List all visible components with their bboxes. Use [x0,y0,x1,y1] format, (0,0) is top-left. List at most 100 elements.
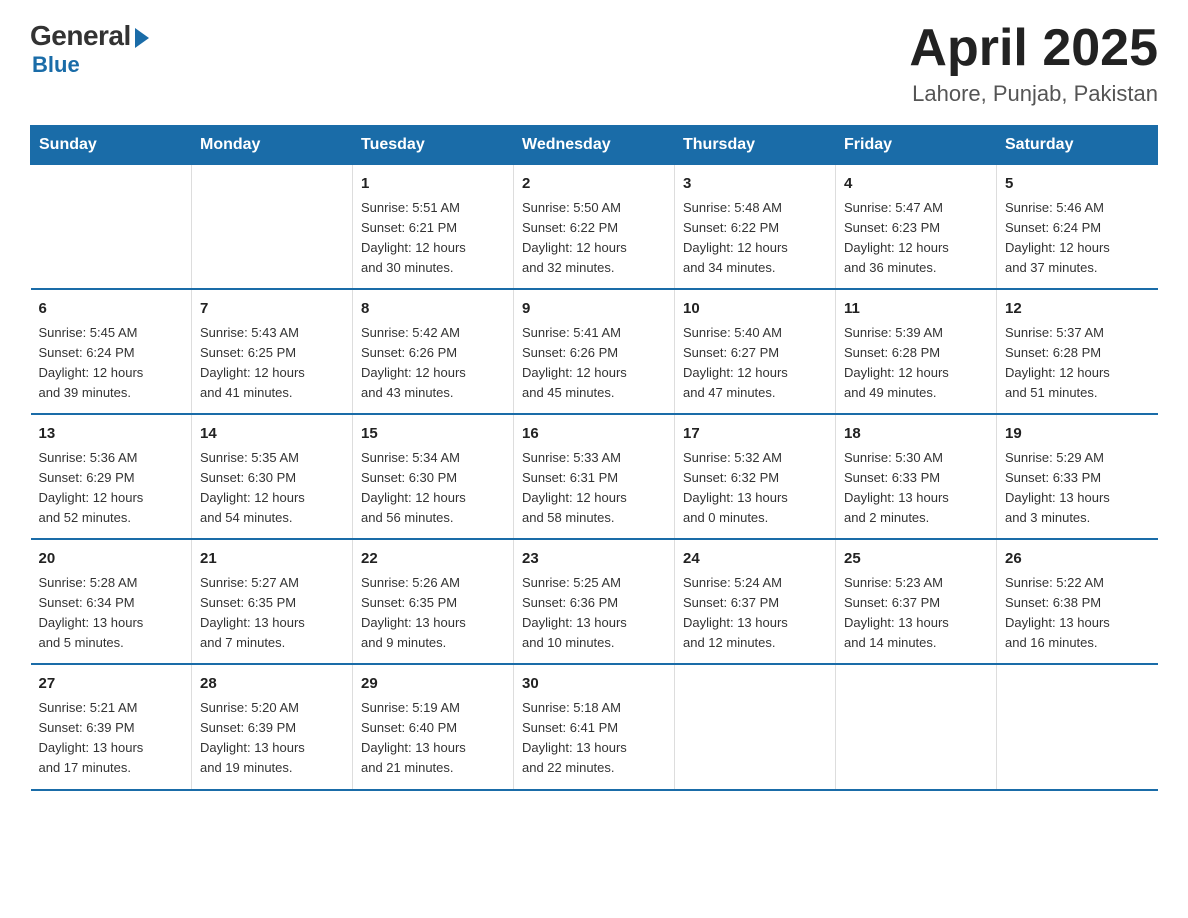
day-number: 19 [1005,423,1150,446]
day-info: Sunrise: 5:36 AM Sunset: 6:29 PM Dayligh… [39,448,184,529]
calendar-cell: 2Sunrise: 5:50 AM Sunset: 6:22 PM Daylig… [514,165,675,290]
page-header: General Blue April 2025 Lahore, Punjab, … [30,20,1158,107]
calendar-week-row: 1Sunrise: 5:51 AM Sunset: 6:21 PM Daylig… [31,165,1158,290]
calendar-cell: 8Sunrise: 5:42 AM Sunset: 6:26 PM Daylig… [353,289,514,414]
day-info: Sunrise: 5:35 AM Sunset: 6:30 PM Dayligh… [200,448,344,529]
calendar-header-thursday: Thursday [675,126,836,165]
day-number: 30 [522,673,666,696]
day-number: 3 [683,173,827,196]
calendar-cell: 4Sunrise: 5:47 AM Sunset: 6:23 PM Daylig… [836,165,997,290]
day-number: 9 [522,298,666,321]
calendar-cell: 25Sunrise: 5:23 AM Sunset: 6:37 PM Dayli… [836,539,997,664]
calendar-cell: 10Sunrise: 5:40 AM Sunset: 6:27 PM Dayli… [675,289,836,414]
day-info: Sunrise: 5:32 AM Sunset: 6:32 PM Dayligh… [683,448,827,529]
calendar-cell: 11Sunrise: 5:39 AM Sunset: 6:28 PM Dayli… [836,289,997,414]
day-info: Sunrise: 5:27 AM Sunset: 6:35 PM Dayligh… [200,573,344,654]
calendar-cell: 9Sunrise: 5:41 AM Sunset: 6:26 PM Daylig… [514,289,675,414]
calendar-cell: 30Sunrise: 5:18 AM Sunset: 6:41 PM Dayli… [514,664,675,789]
day-info: Sunrise: 5:46 AM Sunset: 6:24 PM Dayligh… [1005,198,1150,279]
calendar-cell [675,664,836,789]
day-info: Sunrise: 5:40 AM Sunset: 6:27 PM Dayligh… [683,323,827,404]
calendar-cell [192,165,353,290]
day-number: 21 [200,548,344,571]
day-number: 4 [844,173,988,196]
day-number: 18 [844,423,988,446]
calendar-cell: 3Sunrise: 5:48 AM Sunset: 6:22 PM Daylig… [675,165,836,290]
day-number: 20 [39,548,184,571]
day-info: Sunrise: 5:24 AM Sunset: 6:37 PM Dayligh… [683,573,827,654]
day-info: Sunrise: 5:43 AM Sunset: 6:25 PM Dayligh… [200,323,344,404]
day-info: Sunrise: 5:22 AM Sunset: 6:38 PM Dayligh… [1005,573,1150,654]
day-number: 5 [1005,173,1150,196]
day-number: 29 [361,673,505,696]
calendar-week-row: 6Sunrise: 5:45 AM Sunset: 6:24 PM Daylig… [31,289,1158,414]
day-info: Sunrise: 5:28 AM Sunset: 6:34 PM Dayligh… [39,573,184,654]
calendar-cell: 6Sunrise: 5:45 AM Sunset: 6:24 PM Daylig… [31,289,192,414]
calendar-cell: 12Sunrise: 5:37 AM Sunset: 6:28 PM Dayli… [997,289,1158,414]
calendar-cell: 23Sunrise: 5:25 AM Sunset: 6:36 PM Dayli… [514,539,675,664]
calendar-cell: 26Sunrise: 5:22 AM Sunset: 6:38 PM Dayli… [997,539,1158,664]
calendar-cell: 24Sunrise: 5:24 AM Sunset: 6:37 PM Dayli… [675,539,836,664]
day-info: Sunrise: 5:50 AM Sunset: 6:22 PM Dayligh… [522,198,666,279]
calendar-header-sunday: Sunday [31,126,192,165]
day-info: Sunrise: 5:37 AM Sunset: 6:28 PM Dayligh… [1005,323,1150,404]
logo: General Blue [30,20,149,78]
day-number: 16 [522,423,666,446]
calendar-cell: 15Sunrise: 5:34 AM Sunset: 6:30 PM Dayli… [353,414,514,539]
day-number: 11 [844,298,988,321]
day-number: 10 [683,298,827,321]
day-info: Sunrise: 5:21 AM Sunset: 6:39 PM Dayligh… [39,698,184,779]
day-number: 26 [1005,548,1150,571]
day-number: 7 [200,298,344,321]
day-info: Sunrise: 5:45 AM Sunset: 6:24 PM Dayligh… [39,323,184,404]
logo-blue-text: Blue [32,52,80,78]
calendar-cell: 28Sunrise: 5:20 AM Sunset: 6:39 PM Dayli… [192,664,353,789]
calendar-cell [836,664,997,789]
day-number: 22 [361,548,505,571]
calendar-cell: 29Sunrise: 5:19 AM Sunset: 6:40 PM Dayli… [353,664,514,789]
day-number: 23 [522,548,666,571]
day-number: 13 [39,423,184,446]
day-info: Sunrise: 5:25 AM Sunset: 6:36 PM Dayligh… [522,573,666,654]
calendar-header-row: SundayMondayTuesdayWednesdayThursdayFrid… [31,126,1158,165]
day-info: Sunrise: 5:18 AM Sunset: 6:41 PM Dayligh… [522,698,666,779]
calendar-cell: 27Sunrise: 5:21 AM Sunset: 6:39 PM Dayli… [31,664,192,789]
day-number: 14 [200,423,344,446]
day-number: 25 [844,548,988,571]
day-info: Sunrise: 5:47 AM Sunset: 6:23 PM Dayligh… [844,198,988,279]
calendar-cell: 13Sunrise: 5:36 AM Sunset: 6:29 PM Dayli… [31,414,192,539]
logo-arrow-icon [135,28,149,48]
day-info: Sunrise: 5:39 AM Sunset: 6:28 PM Dayligh… [844,323,988,404]
calendar-cell: 5Sunrise: 5:46 AM Sunset: 6:24 PM Daylig… [997,165,1158,290]
day-info: Sunrise: 5:23 AM Sunset: 6:37 PM Dayligh… [844,573,988,654]
calendar-table: SundayMondayTuesdayWednesdayThursdayFrid… [30,125,1158,790]
calendar-cell: 20Sunrise: 5:28 AM Sunset: 6:34 PM Dayli… [31,539,192,664]
day-info: Sunrise: 5:20 AM Sunset: 6:39 PM Dayligh… [200,698,344,779]
day-info: Sunrise: 5:29 AM Sunset: 6:33 PM Dayligh… [1005,448,1150,529]
calendar-week-row: 27Sunrise: 5:21 AM Sunset: 6:39 PM Dayli… [31,664,1158,789]
day-number: 15 [361,423,505,446]
day-info: Sunrise: 5:48 AM Sunset: 6:22 PM Dayligh… [683,198,827,279]
day-number: 17 [683,423,827,446]
calendar-week-row: 20Sunrise: 5:28 AM Sunset: 6:34 PM Dayli… [31,539,1158,664]
calendar-cell: 21Sunrise: 5:27 AM Sunset: 6:35 PM Dayli… [192,539,353,664]
day-number: 6 [39,298,184,321]
calendar-cell [31,165,192,290]
calendar-cell: 16Sunrise: 5:33 AM Sunset: 6:31 PM Dayli… [514,414,675,539]
day-number: 8 [361,298,505,321]
day-number: 1 [361,173,505,196]
day-info: Sunrise: 5:34 AM Sunset: 6:30 PM Dayligh… [361,448,505,529]
calendar-header-friday: Friday [836,126,997,165]
day-info: Sunrise: 5:26 AM Sunset: 6:35 PM Dayligh… [361,573,505,654]
calendar-week-row: 13Sunrise: 5:36 AM Sunset: 6:29 PM Dayli… [31,414,1158,539]
day-info: Sunrise: 5:19 AM Sunset: 6:40 PM Dayligh… [361,698,505,779]
calendar-header-wednesday: Wednesday [514,126,675,165]
day-number: 28 [200,673,344,696]
calendar-cell: 14Sunrise: 5:35 AM Sunset: 6:30 PM Dayli… [192,414,353,539]
day-number: 2 [522,173,666,196]
day-number: 12 [1005,298,1150,321]
day-info: Sunrise: 5:30 AM Sunset: 6:33 PM Dayligh… [844,448,988,529]
day-info: Sunrise: 5:33 AM Sunset: 6:31 PM Dayligh… [522,448,666,529]
calendar-cell [997,664,1158,789]
calendar-cell: 22Sunrise: 5:26 AM Sunset: 6:35 PM Dayli… [353,539,514,664]
